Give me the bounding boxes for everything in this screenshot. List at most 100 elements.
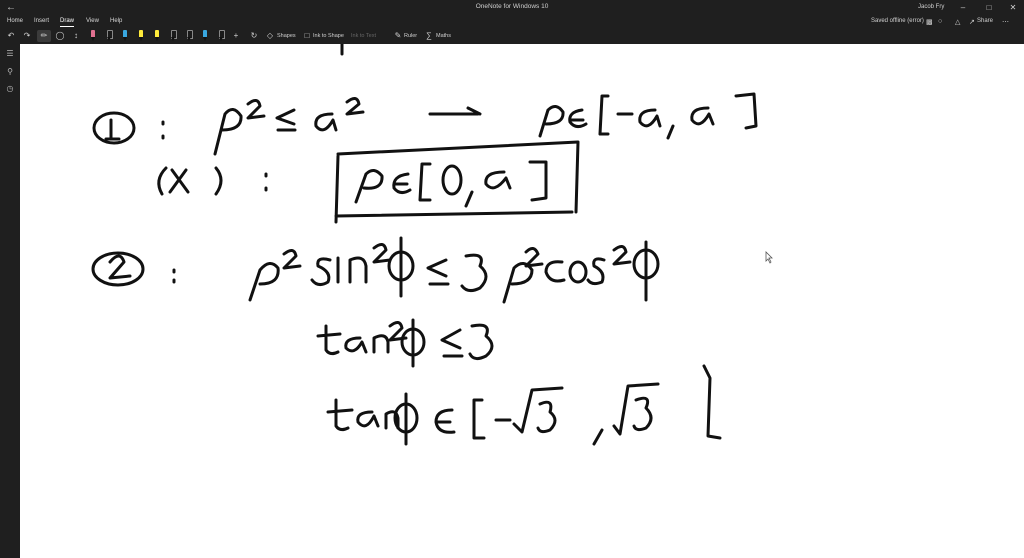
ink-bracket-3-left bbox=[472, 398, 486, 440]
pen-5-icon[interactable] bbox=[185, 30, 193, 42]
tab-draw[interactable]: Draw bbox=[60, 18, 75, 27]
ink-to-shape-button[interactable]: Ink to Shape bbox=[313, 30, 344, 42]
highlighter-2-tip bbox=[155, 37, 159, 41]
ink-s-1 bbox=[310, 257, 332, 287]
search-icon[interactable]: ⚲ bbox=[5, 67, 15, 77]
ink-a-1 bbox=[314, 112, 338, 132]
ink-three-4 bbox=[632, 396, 653, 432]
pen-6-icon[interactable] bbox=[201, 30, 209, 42]
ink-to-shape-icon[interactable]: □ bbox=[302, 30, 312, 42]
ink-s-2 bbox=[586, 257, 606, 286]
navigation-sidebar: ☰ ⚲ ◷ bbox=[0, 44, 20, 558]
user-name[interactable]: Jacob Fry bbox=[918, 4, 944, 10]
add-pen-icon[interactable]: + bbox=[231, 30, 241, 42]
ink-in-2 bbox=[392, 172, 412, 195]
notebooks-icon[interactable]: ☰ bbox=[5, 49, 15, 59]
window-title: OneNote for Windows 10 bbox=[475, 3, 549, 10]
pen-1-body bbox=[91, 30, 95, 37]
ink-t-1 bbox=[316, 324, 342, 356]
notebook-icon[interactable]: ▩ bbox=[926, 18, 933, 26]
pen-6-tip bbox=[203, 37, 207, 41]
ink-line-5 bbox=[326, 364, 722, 446]
ink-line-4 bbox=[316, 318, 494, 368]
share-button[interactable]: Share bbox=[977, 18, 993, 24]
pen-2-icon[interactable] bbox=[105, 30, 113, 42]
shapes-icon[interactable]: ◇ bbox=[265, 30, 275, 42]
ink-o-1 bbox=[568, 260, 588, 284]
lightbulb-icon[interactable]: ○ bbox=[938, 18, 942, 25]
maths-button[interactable]: Maths bbox=[436, 30, 451, 42]
pen-7-icon[interactable] bbox=[217, 30, 225, 42]
tab-view[interactable]: View bbox=[86, 18, 99, 24]
tab-help[interactable]: Help bbox=[110, 18, 122, 24]
ink-three-3 bbox=[536, 400, 557, 434]
ink-c-1 bbox=[544, 260, 566, 283]
ink-paren-star-right bbox=[214, 166, 223, 196]
ink-in-1 bbox=[568, 108, 588, 129]
ink-comma-2 bbox=[464, 190, 474, 208]
close-icon[interactable]: ✕ bbox=[1004, 2, 1022, 14]
pen-7-tip bbox=[219, 37, 223, 41]
pen-1-icon[interactable] bbox=[89, 30, 97, 42]
ink-bracket-1-right bbox=[734, 92, 758, 130]
ink-zero bbox=[441, 164, 463, 196]
sync-status[interactable]: Saved offline (error) bbox=[871, 18, 924, 24]
ink-box bbox=[334, 140, 580, 224]
tab-insert[interactable]: Insert bbox=[34, 18, 49, 24]
ink-line-3 bbox=[91, 236, 660, 304]
pen-3-tip bbox=[123, 37, 127, 41]
ink-digit-1 bbox=[104, 118, 121, 141]
more-options-icon[interactable]: ⋯ bbox=[1002, 18, 1009, 26]
draw-toolbar: ↶ ↷ ✏ ◯ ↕ + ↻ ◇ Shapes □ Ink to Shape In… bbox=[0, 28, 1024, 45]
ink-n-2 bbox=[372, 334, 390, 354]
shapes-button[interactable]: Shapes bbox=[277, 30, 296, 42]
share-icon[interactable]: ↗ bbox=[969, 18, 975, 26]
tab-home[interactable]: Home bbox=[7, 18, 23, 24]
ink-in-3 bbox=[434, 408, 456, 434]
ink-star bbox=[168, 168, 190, 194]
lasso-select-icon[interactable]: ✏ bbox=[37, 30, 51, 42]
minimize-icon[interactable]: – bbox=[954, 2, 972, 14]
ink-n-1 bbox=[348, 256, 368, 284]
insert-space-icon[interactable]: ↕ bbox=[70, 30, 82, 42]
pen-1-tip bbox=[91, 37, 95, 41]
highlighter-1-icon[interactable] bbox=[137, 30, 145, 42]
ink-exp-2d bbox=[372, 243, 392, 264]
eraser-icon[interactable]: ◯ bbox=[54, 30, 66, 42]
bell-icon[interactable]: △ bbox=[955, 18, 960, 26]
ink-exp-2c bbox=[282, 249, 302, 270]
recent-icon[interactable]: ◷ bbox=[5, 84, 15, 94]
highlighter-1-body bbox=[139, 30, 143, 37]
pen-3-icon[interactable] bbox=[121, 30, 129, 42]
ribbon-tabs: Home Insert Draw View Help Saved offline… bbox=[0, 16, 1024, 28]
ink-a-2 bbox=[638, 108, 662, 128]
pen-6-body bbox=[203, 30, 207, 37]
ink-three-1 bbox=[460, 253, 488, 293]
ink-exp-2f bbox=[612, 245, 632, 266]
redo-icon[interactable]: ↷ bbox=[21, 30, 33, 42]
ruler-icon[interactable]: ✎ bbox=[393, 30, 403, 42]
ink-leq-1 bbox=[275, 108, 297, 132]
ink-rho-3 bbox=[354, 169, 384, 204]
ink-a-3 bbox=[690, 106, 715, 126]
ink-leq-3 bbox=[440, 328, 464, 358]
pen-3-body bbox=[123, 30, 127, 37]
maths-icon[interactable]: ∑ bbox=[424, 30, 434, 42]
ink-rho-2 bbox=[538, 105, 565, 138]
maximize-icon[interactable]: □ bbox=[980, 2, 998, 14]
pen-4-tip bbox=[171, 37, 175, 41]
pen-2-tip bbox=[107, 37, 111, 41]
highlighter-2-icon[interactable] bbox=[153, 30, 161, 42]
pen-4-icon[interactable] bbox=[169, 30, 177, 42]
mouse-cursor-icon bbox=[765, 251, 773, 264]
ruler-button[interactable]: Ruler bbox=[404, 30, 417, 42]
ink-t-2 bbox=[326, 398, 354, 432]
undo-icon[interactable]: ↶ bbox=[5, 30, 17, 42]
ink-to-text-button[interactable]: Ink to Text bbox=[351, 30, 376, 42]
ink-line-2 bbox=[157, 140, 580, 224]
note-canvas[interactable] bbox=[20, 44, 1024, 558]
ink-replay-icon[interactable]: ↻ bbox=[248, 30, 260, 42]
ink-bracket-2-left bbox=[418, 162, 432, 202]
ink-arrow bbox=[428, 106, 482, 116]
ink-layer bbox=[91, 44, 773, 446]
